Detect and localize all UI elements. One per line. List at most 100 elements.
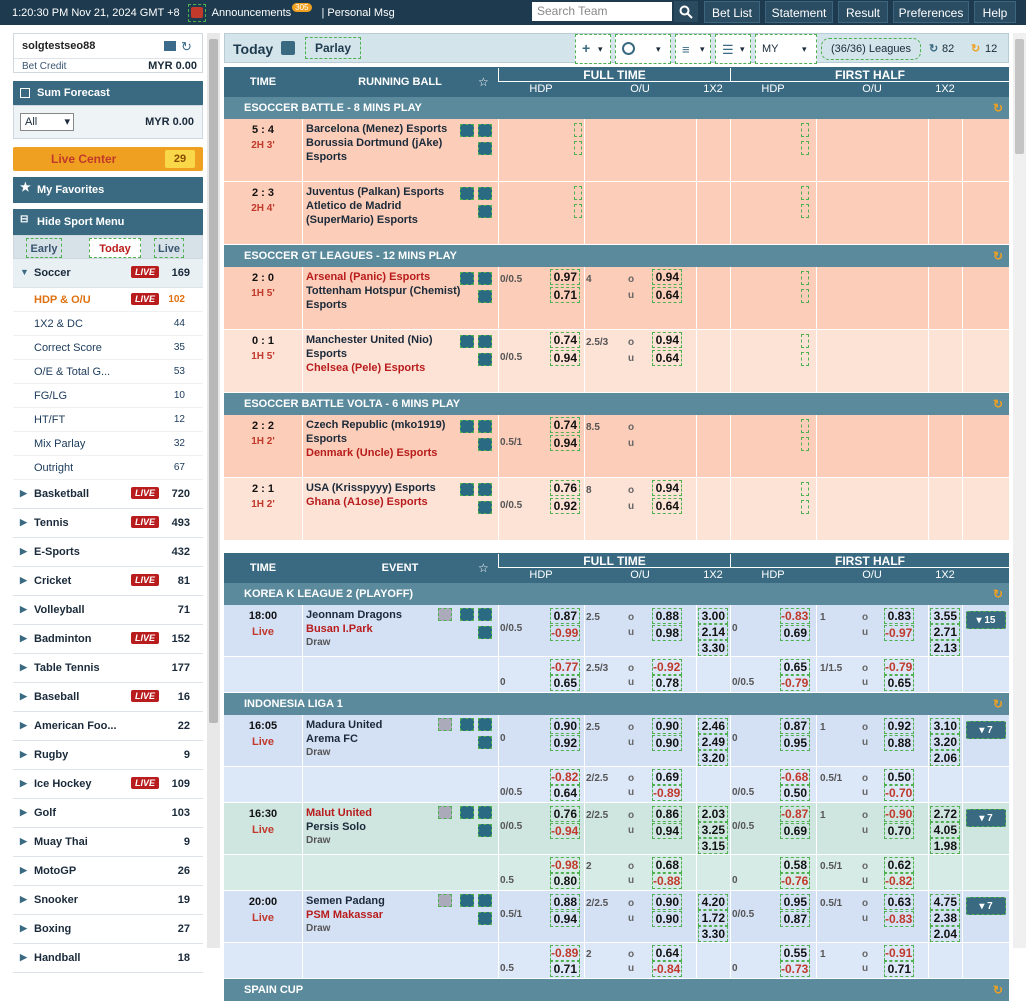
odds-placeholder[interactable] [574,141,582,155]
odds-cell[interactable]: 0.74 [550,332,580,348]
odds-cell[interactable]: 3.00 [698,608,728,624]
odds-cell[interactable]: 0.70 [884,823,914,839]
refresh-icon[interactable]: ↻ [993,393,1003,415]
announcements-link[interactable]: Announcements [212,7,292,19]
forecast-select[interactable]: All ▾ [20,113,74,131]
odds-placeholder[interactable] [574,186,582,200]
bet-dollar-icon[interactable] [478,824,492,837]
odds-cell[interactable]: 2.71 [930,624,960,640]
odds-cell[interactable]: 0.87 [780,718,810,734]
more-markets-button[interactable]: ▾ 7 [966,897,1006,915]
odds-cell[interactable]: 0.50 [780,785,810,801]
odds-cell[interactable]: -0.97 [884,625,914,641]
odds-cell[interactable]: -0.76 [780,873,810,889]
odds-cell[interactable]: 2.72 [930,806,960,822]
match-teams[interactable]: Arsenal (Panic) Esports Tottenham Hotspur… [306,270,466,312]
odds-cell[interactable]: 0.88 [550,894,580,910]
odds-cell[interactable]: 0.74 [550,417,580,433]
odds-type-select[interactable]: MY ▾ [755,34,817,64]
left-scrollbar[interactable] [207,33,220,948]
odds-cell[interactable]: 0.94 [550,350,580,366]
odds-cell[interactable]: 0.94 [652,332,682,348]
bet-dollar-icon[interactable] [478,205,492,218]
odds-cell[interactable]: 0.76 [550,806,580,822]
favorite-star-icon[interactable] [478,718,492,731]
tab-early[interactable]: Early [26,238,62,258]
odds-cell[interactable]: 3.55 [930,608,960,624]
odds-placeholder[interactable] [801,437,809,451]
odds-placeholder[interactable] [574,204,582,218]
odds-cell[interactable]: 2.03 [698,806,728,822]
favorite-star-icon[interactable] [478,894,492,907]
home-team[interactable]: Czech Republic (mko1919) Esports [306,418,466,446]
sport-item[interactable]: ▶ Tennis LIVE 493 [13,509,203,538]
odds-cell[interactable]: -0.91 [884,945,914,961]
odds-cell[interactable]: 0.68 [652,857,682,873]
refresh-icon[interactable]: ↻ [929,42,938,55]
sport-item[interactable]: ▶ Rugby 9 [13,741,203,770]
odds-cell[interactable]: 0.87 [780,911,810,927]
odds-cell[interactable]: 0.90 [550,718,580,734]
odds-cell[interactable]: 0.64 [652,498,682,514]
odds-cell[interactable]: 0.94 [550,435,580,451]
odds-cell[interactable]: 0.50 [884,769,914,785]
odds-cell[interactable]: 0.65 [550,675,580,691]
favorite-star-icon[interactable] [478,272,492,285]
odds-cell[interactable]: -0.70 [884,785,914,801]
odds-cell[interactable]: -0.79 [884,659,914,675]
odds-placeholder[interactable] [801,204,809,218]
home-team[interactable]: Juventus (Palkan) Esports [306,185,466,199]
odds-cell[interactable]: 0.71 [884,961,914,977]
odds-cell[interactable]: 0.83 [884,608,914,624]
league-header[interactable]: ESOCCER GT LEAGUES - 12 MINS PLAY ↻ [224,245,1009,267]
live-tv-icon[interactable] [438,608,452,621]
sport-item[interactable]: ▶ Badminton LIVE 152 [13,625,203,654]
bet-dollar-icon[interactable] [478,626,492,639]
odds-cell[interactable]: -0.83 [884,911,914,927]
refresh-icon-2[interactable]: ↻ [971,42,980,55]
odds-cell[interactable]: 0.80 [550,873,580,889]
result-button[interactable]: Result [838,1,888,23]
odds-cell[interactable]: 0.92 [884,718,914,734]
tab-today[interactable]: Today [89,238,141,258]
odds-cell[interactable]: 0.71 [550,287,580,303]
time-filter-select[interactable]: ▾ [615,34,671,64]
more-markets-button[interactable]: ▾ 7 [966,721,1006,739]
refresh-icon[interactable]: ↻ [993,979,1003,1001]
bet-dollar-icon[interactable] [478,736,492,749]
stats-icon[interactable] [460,124,474,137]
odds-cell[interactable]: 0.95 [780,894,810,910]
stats-icon[interactable] [460,335,474,348]
odds-cell[interactable]: 3.30 [698,640,728,656]
odds-cell[interactable]: 0.58 [780,857,810,873]
odds-placeholder[interactable] [801,419,809,433]
odds-cell[interactable]: -0.84 [652,961,682,977]
favorite-star-icon[interactable] [478,483,492,496]
bet-list-button[interactable]: Bet List [704,1,760,23]
bet-dollar-icon[interactable] [478,353,492,366]
away-team[interactable]: Busan I.Park [306,622,466,636]
preferences-button[interactable]: Preferences [893,1,969,23]
odds-cell[interactable]: 0.64 [652,350,682,366]
live-tv-icon[interactable] [438,806,452,819]
sport-sub-item[interactable]: Mix Parlay 32 [13,432,203,456]
odds-cell[interactable]: 0.88 [884,735,914,751]
odds-cell[interactable]: 1.72 [698,910,728,926]
live-tv-icon[interactable] [438,718,452,731]
odds-cell[interactable]: 2.38 [930,910,960,926]
live-tv-icon[interactable] [438,894,452,907]
my-favorites-button[interactable]: ★ My Favorites [13,177,203,203]
odds-cell[interactable]: 4.20 [698,894,728,910]
sport-item-soccer[interactable]: ▼ Soccer LIVE 169 [13,259,203,288]
odds-cell[interactable]: 0.97 [550,269,580,285]
away-team[interactable]: PSM Makassar [306,908,466,922]
parlay-toggle[interactable]: Parlay [305,37,361,59]
sport-item[interactable]: ▶ Snooker 19 [13,886,203,915]
tab-live[interactable]: Live [154,238,184,258]
sport-item[interactable]: ▶ Cricket LIVE 81 [13,567,203,596]
odds-cell[interactable]: 4.05 [930,822,960,838]
stats-icon[interactable] [460,420,474,433]
odds-cell[interactable]: 2.49 [698,734,728,750]
odds-cell[interactable]: 0.69 [652,769,682,785]
away-team[interactable]: Arema FC [306,732,466,746]
